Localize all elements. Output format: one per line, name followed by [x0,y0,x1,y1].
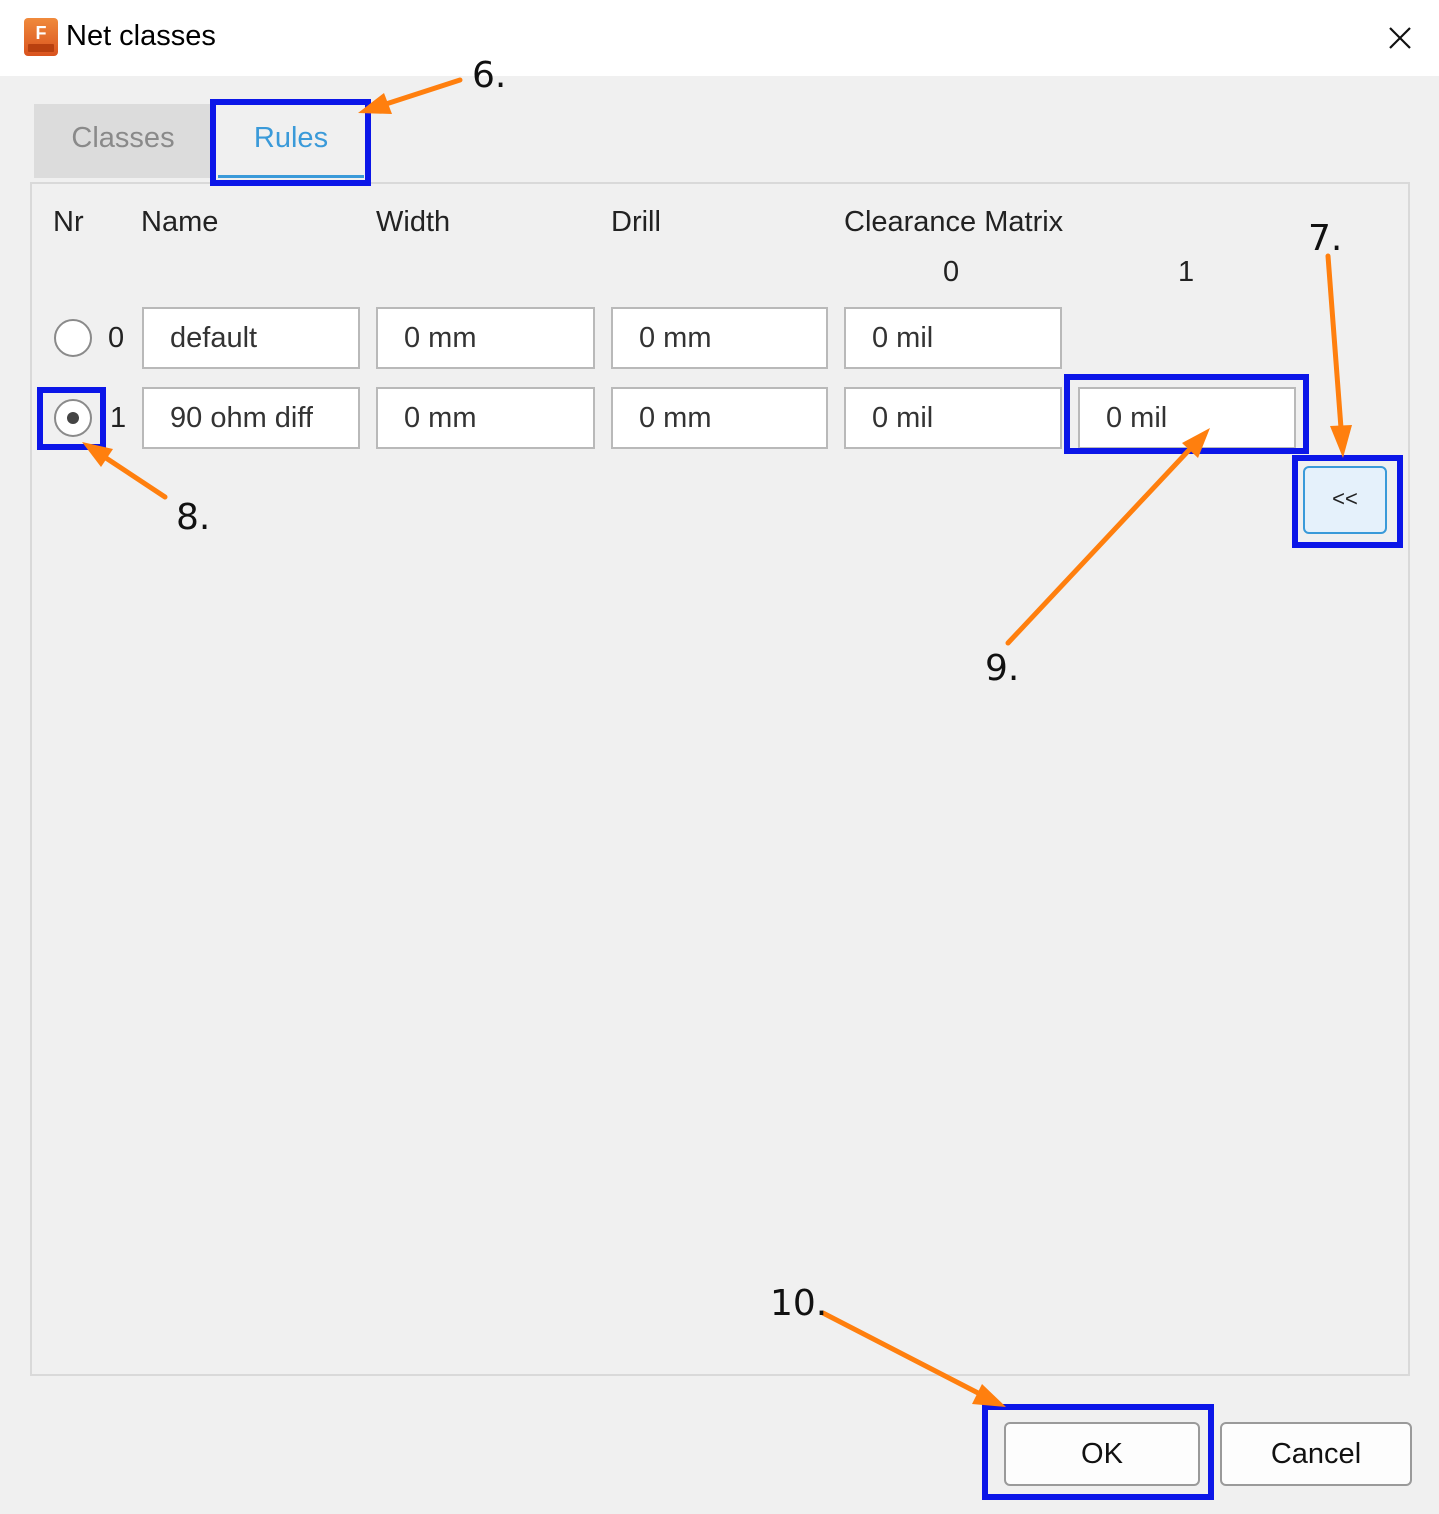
callout-9: 9. [985,648,1020,689]
callout-6: 6. [472,55,507,96]
callout-7: 7. [1308,218,1343,259]
callout-8: 8. [176,497,211,538]
callout-10: 10. [770,1283,828,1324]
annotation-arrows [82,77,1352,1407]
